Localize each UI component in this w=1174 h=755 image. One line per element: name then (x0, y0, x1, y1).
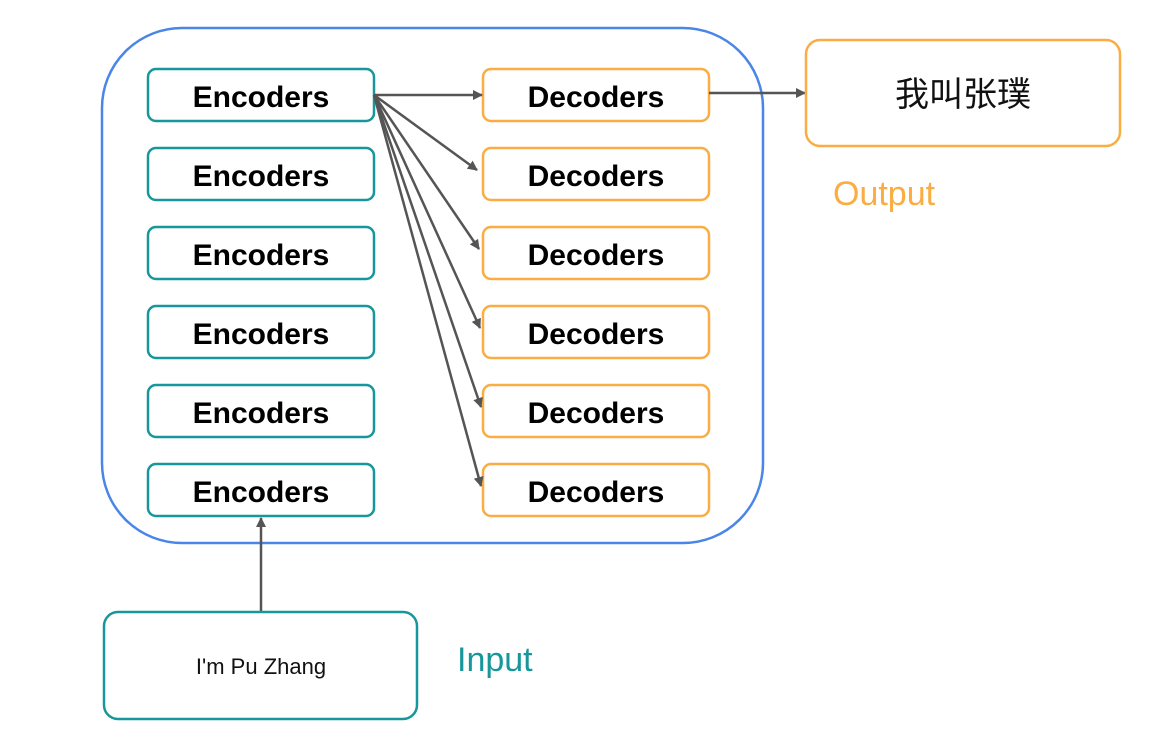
input-text: I'm Pu Zhang (196, 654, 326, 679)
decoder-block: Decoders (481, 146, 711, 202)
encoder-block: Encoders (146, 383, 376, 439)
input-box: I'm Pu Zhang (102, 610, 419, 721)
encoder-block: Encoders (146, 67, 376, 123)
encoder-label: Encoders (193, 397, 330, 430)
output-text: 我叫张璞 (895, 76, 1031, 114)
encoder-block: Encoders (146, 304, 376, 360)
decoder-label: Decoders (528, 476, 665, 509)
encoder-block: Encoders (146, 225, 376, 281)
decoder-label: Decoders (528, 81, 665, 114)
encoder-stack: Encoders Encoders Encoders Encoders Enco… (146, 67, 376, 518)
output-box: 我叫张璞 (804, 38, 1122, 148)
decoder-label: Decoders (528, 397, 665, 430)
encoder-to-decoder-arrows (372, 90, 484, 487)
decoder-stack: Decoders Decoders Decoders Decoders Deco… (481, 67, 711, 518)
decoder-label: Decoders (528, 160, 665, 193)
encoder-label: Encoders (193, 239, 330, 272)
encoder-block: Encoders (146, 146, 376, 202)
decoder-label: Decoders (528, 318, 665, 351)
output-label: Output (833, 175, 936, 213)
encoder-block: Encoders (146, 462, 376, 518)
encoder-decoder-diagram: Encoders Encoders Encoders Encoders Enco… (100, 26, 1122, 721)
encoder-label: Encoders (193, 81, 330, 114)
encoder-label: Encoders (193, 476, 330, 509)
arrow (373, 93, 478, 172)
decoder-label: Decoders (528, 239, 665, 272)
encoder-label: Encoders (193, 318, 330, 351)
decoder-block: Decoders (481, 462, 711, 518)
encoder-label: Encoders (193, 160, 330, 193)
decoder-block: Decoders (481, 67, 711, 123)
arrow (372, 94, 481, 250)
arrow (372, 94, 483, 408)
decoder-block: Decoders (481, 304, 711, 360)
decoder-block: Decoders (481, 383, 711, 439)
arrow (372, 94, 484, 487)
decoder-block: Decoders (481, 225, 711, 281)
input-label: Input (457, 641, 533, 679)
